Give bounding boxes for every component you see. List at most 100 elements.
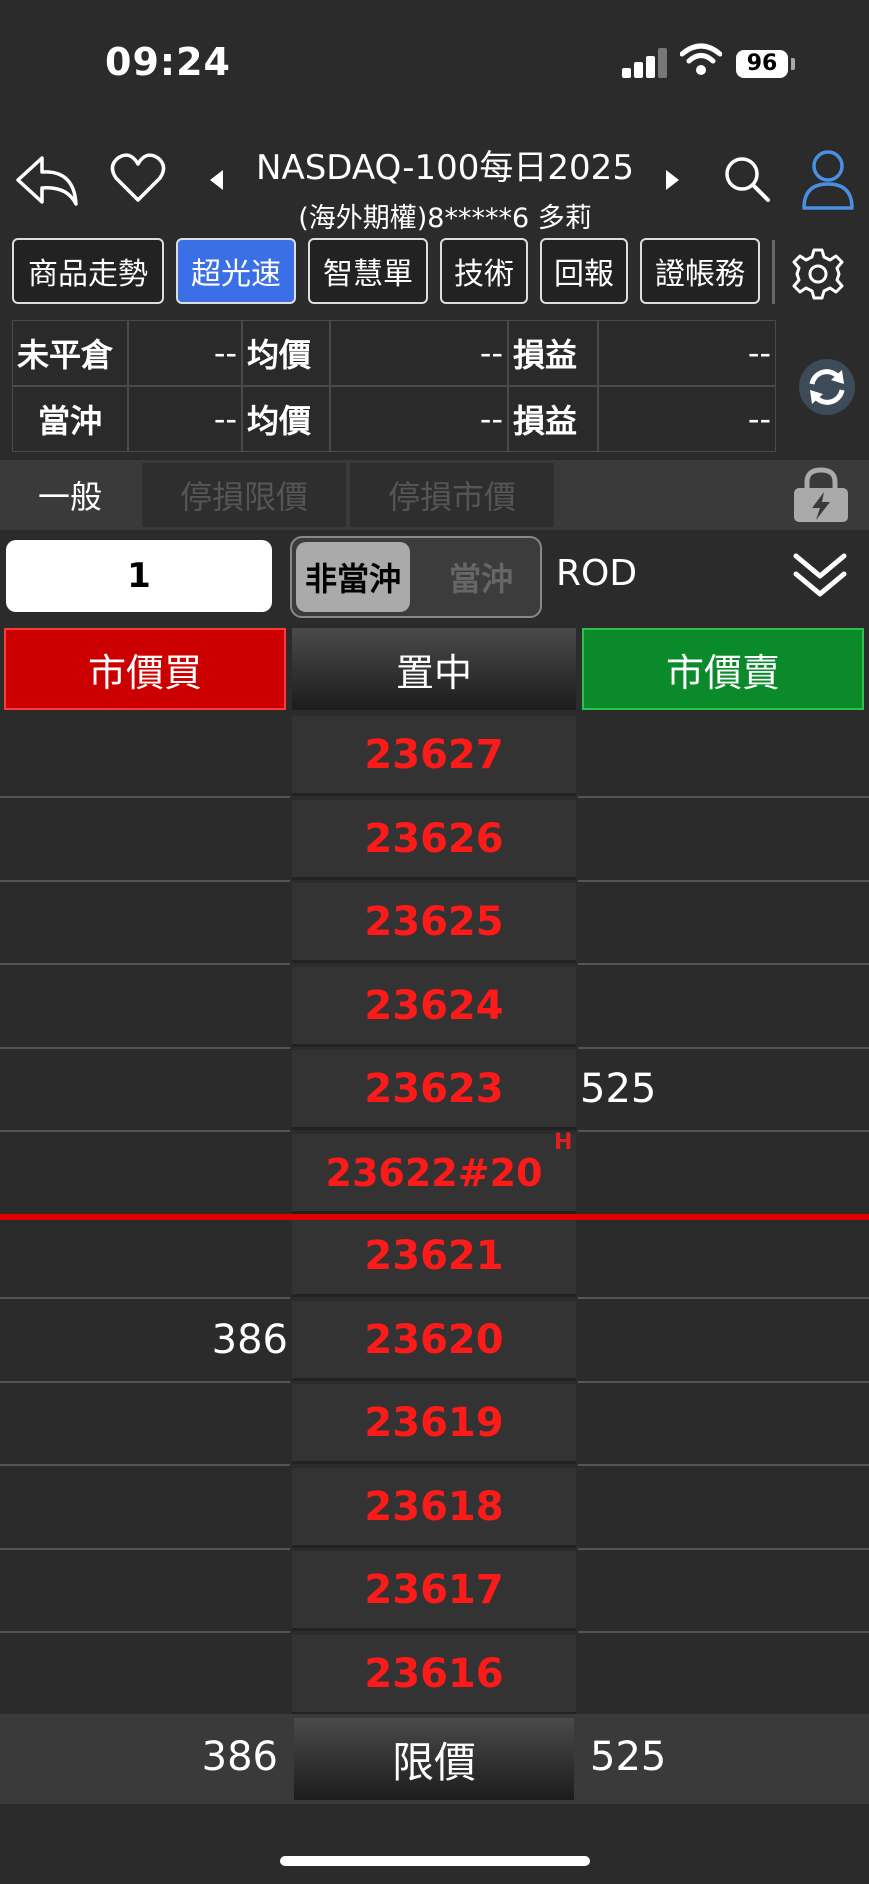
- tab-technical[interactable]: 技術: [440, 238, 528, 304]
- ladder-row-divider: [578, 1630, 869, 1633]
- lock-flash-icon[interactable]: [790, 466, 852, 528]
- daytrade-option[interactable]: 當沖: [424, 542, 538, 612]
- order-type-general[interactable]: 一般: [0, 463, 140, 527]
- ladder-sell-cell[interactable]: [578, 967, 869, 1047]
- time-in-force[interactable]: ROD: [556, 553, 637, 594]
- ladder-buy-cell[interactable]: [0, 1134, 290, 1214]
- ladder-price[interactable]: 23623: [292, 1050, 576, 1130]
- tab-divider: [772, 240, 775, 304]
- bid-total: 386: [201, 1734, 278, 1780]
- tab-product-trend[interactable]: 商品走勢: [12, 238, 164, 304]
- high-marker: H: [554, 1130, 573, 1155]
- ladder-buy-cell[interactable]: [0, 716, 290, 796]
- ladder-row-divider: [578, 1046, 869, 1049]
- ladder-buy-cell[interactable]: [0, 1050, 290, 1130]
- user-profile-icon[interactable]: [800, 148, 856, 216]
- battery-nub-icon: [791, 58, 795, 70]
- ladder-price[interactable]: 23626: [292, 800, 576, 880]
- ask-quantity: 525: [580, 1066, 657, 1112]
- favorite-heart-icon[interactable]: [110, 152, 166, 208]
- ladder-row-divider: [578, 962, 869, 965]
- expand-chevron-icon[interactable]: [792, 550, 848, 606]
- cellular-signal-icon: [622, 48, 667, 78]
- home-indicator: [280, 1856, 590, 1866]
- account-subtitle: (海外期權)8*****6 多莉: [298, 203, 592, 234]
- ladder-sell-cell[interactable]: [578, 1217, 869, 1297]
- product-title[interactable]: NASDAQ-100每日2025: [230, 140, 660, 189]
- ladder-row-divider: [578, 795, 869, 798]
- ladder-sell-cell[interactable]: [578, 1635, 869, 1715]
- ladder-row-divider: [578, 1463, 869, 1466]
- ladder-row-divider: [0, 1296, 290, 1299]
- ladder-sell-cell[interactable]: [578, 1301, 869, 1381]
- ladder-row-divider: [0, 1630, 290, 1633]
- non-daytrade-option[interactable]: 非當沖: [296, 542, 410, 612]
- limit-price-button[interactable]: 限價: [294, 1718, 574, 1800]
- order-type-stop-market[interactable]: 停損市價: [350, 463, 554, 527]
- ladder-buy-cell[interactable]: [0, 1217, 290, 1297]
- ladder-buy-cell[interactable]: [0, 883, 290, 963]
- ladder-row-divider: [0, 1463, 290, 1466]
- ladder-price[interactable]: 23620: [292, 1301, 576, 1381]
- ladder-buy-cell[interactable]: [0, 1635, 290, 1715]
- profit-loss-label: 損益: [508, 320, 598, 386]
- daytrade-pl-value: --: [598, 386, 776, 452]
- ladder-row-divider: [578, 1380, 869, 1383]
- ladder-sell-cell[interactable]: [578, 1384, 869, 1464]
- ladder-row-divider: [0, 1129, 290, 1132]
- market-buy-button[interactable]: 市價買: [4, 628, 286, 710]
- ladder-sell-cell[interactable]: [578, 1551, 869, 1631]
- ladder-price[interactable]: 23616: [292, 1635, 576, 1715]
- market-sell-button[interactable]: 市價賣: [582, 628, 864, 710]
- ladder-row-divider: [0, 1547, 290, 1550]
- ladder-row-divider: [578, 1547, 869, 1550]
- daytrade-avg-label: 均價: [242, 386, 330, 452]
- quantity-input[interactable]: 1: [6, 540, 272, 612]
- next-product-icon[interactable]: [666, 170, 679, 190]
- ladder-price[interactable]: 23618: [292, 1468, 576, 1548]
- ladder-buy-cell[interactable]: [0, 967, 290, 1047]
- search-icon[interactable]: [722, 154, 774, 210]
- ladder-row-divider: [0, 1380, 290, 1383]
- ladder-price[interactable]: 23617: [292, 1551, 576, 1631]
- bid-quantity: 386: [211, 1317, 288, 1363]
- status-time: 09:24: [105, 40, 231, 84]
- ladder-buy-cell[interactable]: [0, 1384, 290, 1464]
- battery-indicator: 96: [736, 50, 788, 78]
- refresh-icon[interactable]: [798, 358, 856, 420]
- ladder-price[interactable]: 23619: [292, 1384, 576, 1464]
- settings-gear-icon[interactable]: [790, 246, 846, 306]
- ladder-sell-cell[interactable]: [578, 716, 869, 796]
- ladder-buy-cell[interactable]: [0, 1468, 290, 1548]
- ladder-price[interactable]: 23621: [292, 1217, 576, 1297]
- open-position-value: --: [128, 320, 242, 386]
- order-type-stop-limit[interactable]: 停損限價: [142, 463, 346, 527]
- tab-securities-account[interactable]: 證帳務: [640, 238, 760, 304]
- back-icon[interactable]: [12, 150, 82, 214]
- open-position-label: 未平倉: [12, 320, 128, 386]
- prev-product-icon[interactable]: [210, 170, 223, 190]
- ladder-sell-cell[interactable]: [578, 1468, 869, 1548]
- last-price-line: [0, 1214, 869, 1220]
- tab-super-speed[interactable]: 超光速: [176, 238, 296, 304]
- tab-smart-order[interactable]: 智慧單: [308, 238, 428, 304]
- ladder-buy-cell[interactable]: [0, 1551, 290, 1631]
- daytrade-value: --: [128, 386, 242, 452]
- ladder-sell-cell[interactable]: [578, 800, 869, 880]
- ladder-price[interactable]: 23624: [292, 967, 576, 1047]
- profit-loss-value: --: [598, 320, 776, 386]
- ladder-sell-cell[interactable]: [578, 1134, 869, 1214]
- ladder-row-divider: [578, 1129, 869, 1132]
- center-button[interactable]: 置中: [292, 628, 576, 710]
- ladder-row-divider: [0, 879, 290, 882]
- daytrade-label: 當沖: [12, 386, 128, 452]
- ladder-price[interactable]: 23625: [292, 883, 576, 963]
- ladder-price[interactable]: 23627: [292, 716, 576, 796]
- ladder-row-divider: [578, 1296, 869, 1299]
- ladder-sell-cell[interactable]: [578, 883, 869, 963]
- tab-report[interactable]: 回報: [540, 238, 628, 304]
- wifi-icon: [679, 42, 723, 80]
- ladder-price[interactable]: 23622#20: [292, 1134, 576, 1214]
- ladder-buy-cell[interactable]: [0, 800, 290, 880]
- ladder-row-divider: [0, 795, 290, 798]
